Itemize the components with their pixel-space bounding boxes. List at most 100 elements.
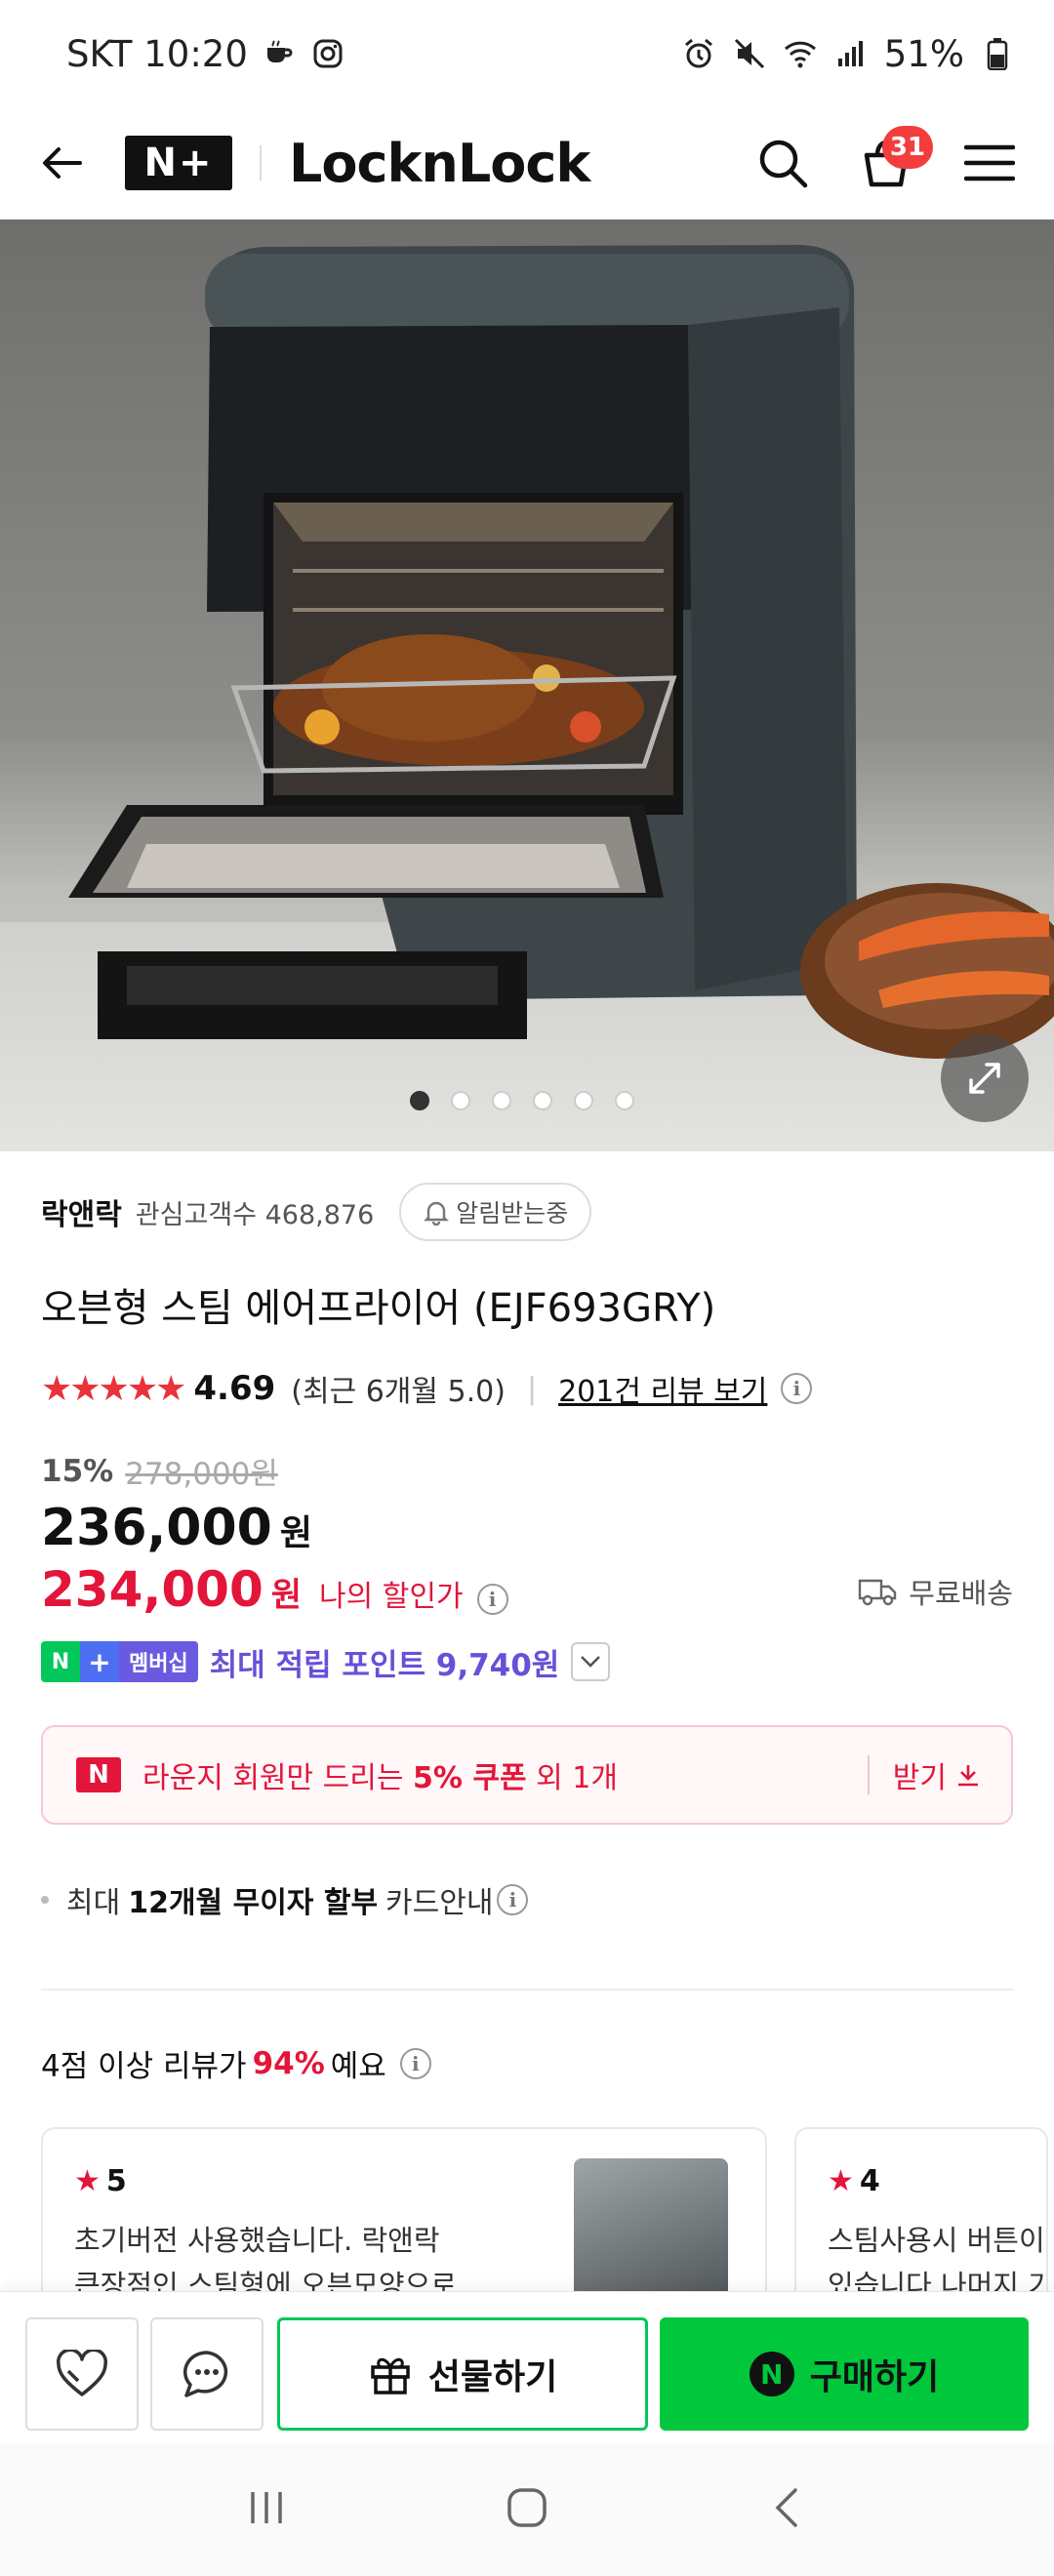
gallery-pagination — [410, 1091, 634, 1110]
sale-currency: 원 — [279, 1513, 312, 1553]
coffee-icon — [262, 36, 297, 71]
battery-icon — [980, 36, 1015, 71]
sale-price-row: 236,000 원 — [41, 1499, 312, 1557]
bell-icon — [424, 1201, 450, 1226]
app-header: N+ LocknLock 31 — [0, 107, 1054, 220]
notification-label: 알림받는중 — [456, 1199, 569, 1228]
coupon-highlight: 5% 쿠폰 — [413, 1761, 527, 1795]
rating-value: 4.69 — [193, 1369, 276, 1408]
expand-image-button[interactable] — [941, 1034, 1029, 1122]
coupon-banner[interactable]: N 라운지 회원만 드리는 5% 쿠폰 외 1개 받기 — [41, 1725, 1013, 1825]
product-title: 오븐형 스팀 에어프라이어 (EJF693GRY) — [41, 1286, 716, 1331]
rating-row: ★★★★★ 4.69 (최근 6개월 5.0) | 201건 리뷰 보기 i — [41, 1364, 813, 1413]
points-expand-button[interactable] — [571, 1642, 611, 1681]
original-price: 278,000원 — [125, 1457, 278, 1492]
status-bar: SKT 10:20 51% — [0, 0, 1054, 107]
info-icon[interactable]: i — [497, 1884, 529, 1915]
wishlist-button[interactable] — [25, 2317, 139, 2431]
home-button[interactable] — [504, 2484, 550, 2535]
rating-separator: | — [526, 1371, 538, 1406]
recent-apps-button[interactable] — [245, 2486, 288, 2533]
back-button[interactable] — [35, 136, 90, 190]
air-fryer-photo — [68, 245, 1054, 1059]
purchase-bar: 선물하기 N 구매하기 — [0, 2291, 1054, 2443]
cart-button[interactable]: 31 — [857, 126, 933, 192]
review-score-value: 5 — [105, 2164, 127, 2198]
gallery-dot[interactable] — [574, 1091, 593, 1110]
nplus-membership-badge: N + 멤버십 — [41, 1641, 198, 1682]
sale-price: 236,000 — [41, 1499, 272, 1557]
info-icon[interactable]: i — [476, 1584, 508, 1615]
search-icon — [759, 140, 808, 188]
home-icon — [507, 2488, 547, 2527]
system-navigation-bar — [0, 2443, 1054, 2576]
signal-icon — [833, 36, 869, 71]
review-text-line: 스팀사용시 버튼이 — [828, 2224, 1045, 2257]
star-rating: ★★★★★ — [41, 1368, 186, 1409]
nplus-store-logo[interactable]: N+ — [125, 136, 232, 190]
gallery-dot[interactable] — [533, 1091, 552, 1110]
arrow-left-icon — [43, 147, 82, 179]
delivery-info: 무료배송 — [858, 1571, 1013, 1612]
my-price-currency: 원 — [270, 1576, 303, 1615]
review-summary-suffix: 예요 — [330, 2049, 386, 2084]
gallery-dot[interactable] — [492, 1091, 511, 1110]
heart-outline-icon — [57, 2350, 107, 2396]
gift-label: 선물하기 — [427, 2357, 558, 2397]
naver-n-icon: N — [76, 1757, 121, 1792]
gift-button[interactable]: 선물하기 — [277, 2317, 648, 2431]
mute-icon — [732, 36, 767, 71]
review-link[interactable]: 201건 리뷰 보기 — [558, 1367, 767, 1410]
coupon-text-before: 라운지 회원만 드리는 — [142, 1761, 414, 1795]
gallery-dot[interactable] — [410, 1091, 429, 1110]
my-price-row: 234,000 원 나의 할인가 i 무료배송 — [41, 1561, 1013, 1618]
get-coupon-button[interactable]: 받기 — [867, 1755, 982, 1795]
section-divider — [41, 1989, 1013, 1991]
seller-name[interactable]: 락앤락 — [41, 1190, 122, 1233]
plus-icon: + — [80, 1641, 119, 1682]
gallery-dot[interactable] — [615, 1091, 634, 1110]
chevron-left-icon — [775, 2488, 798, 2527]
installment-suffix: 카드안내 — [385, 1886, 494, 1920]
coupon-text-after: 외 1개 — [526, 1761, 618, 1795]
discount-percent: 15% — [41, 1453, 114, 1489]
search-button[interactable] — [753, 134, 812, 192]
installment-info[interactable]: 최대 12개월 무이자 할부 카드안내 i — [41, 1878, 529, 1921]
buy-label: 구매하기 — [809, 2357, 940, 2397]
carrier-time: SKT 10:20 — [66, 32, 248, 75]
info-icon[interactable]: i — [399, 2047, 431, 2079]
buy-now-button[interactable]: N 구매하기 — [660, 2317, 1029, 2431]
hamburger-menu-icon — [964, 144, 1015, 181]
recent-rating: (최근 6개월 5.0) — [291, 1375, 506, 1409]
discount-row: 15% 278,000원 — [41, 1449, 278, 1493]
installment-bold: 12개월 무이자 할부 — [128, 1886, 379, 1920]
naver-n-icon: N — [41, 1641, 80, 1682]
chevron-down-icon — [581, 1656, 601, 1668]
seller-row: 락앤락 관심고객수 468,876 알림받는중 — [41, 1181, 592, 1243]
npay-icon: N — [749, 2352, 794, 2396]
star-icon: ★ — [74, 2164, 101, 2198]
my-price-label: 나의 할인가 — [319, 1580, 464, 1614]
brand-store-title[interactable]: LocknLock — [289, 133, 590, 194]
alarm-icon — [681, 36, 716, 71]
max-points: 최대 적립 포인트 9,740원 — [209, 1647, 560, 1683]
system-back-button[interactable] — [766, 2486, 809, 2533]
review-summary: 4점 이상 리뷰가 94% 예요 i — [41, 2041, 431, 2085]
bullet-dot — [41, 1896, 49, 1904]
menu-button[interactable] — [960, 134, 1019, 192]
cart-count-badge: 31 — [881, 126, 933, 169]
gallery-dot[interactable] — [451, 1091, 470, 1110]
download-icon — [958, 1765, 978, 1787]
wifi-icon — [783, 36, 818, 71]
installment-prefix: 최대 — [66, 1886, 121, 1920]
header-divider — [260, 145, 262, 181]
info-icon[interactable]: i — [781, 1373, 813, 1404]
expand-icon — [969, 1063, 1000, 1094]
points-row[interactable]: N + 멤버십 최대 적립 포인트 9,740원 — [41, 1639, 611, 1684]
talk-button[interactable] — [150, 2317, 264, 2431]
chat-bubble-icon — [182, 2351, 228, 2397]
product-image-gallery[interactable] — [0, 220, 1054, 1151]
get-coupon-label: 받기 — [892, 1761, 947, 1795]
notification-toggle-button[interactable]: 알림받는중 — [399, 1183, 592, 1241]
coupon-text: 라운지 회원만 드리는 5% 쿠폰 외 1개 — [142, 1753, 618, 1796]
